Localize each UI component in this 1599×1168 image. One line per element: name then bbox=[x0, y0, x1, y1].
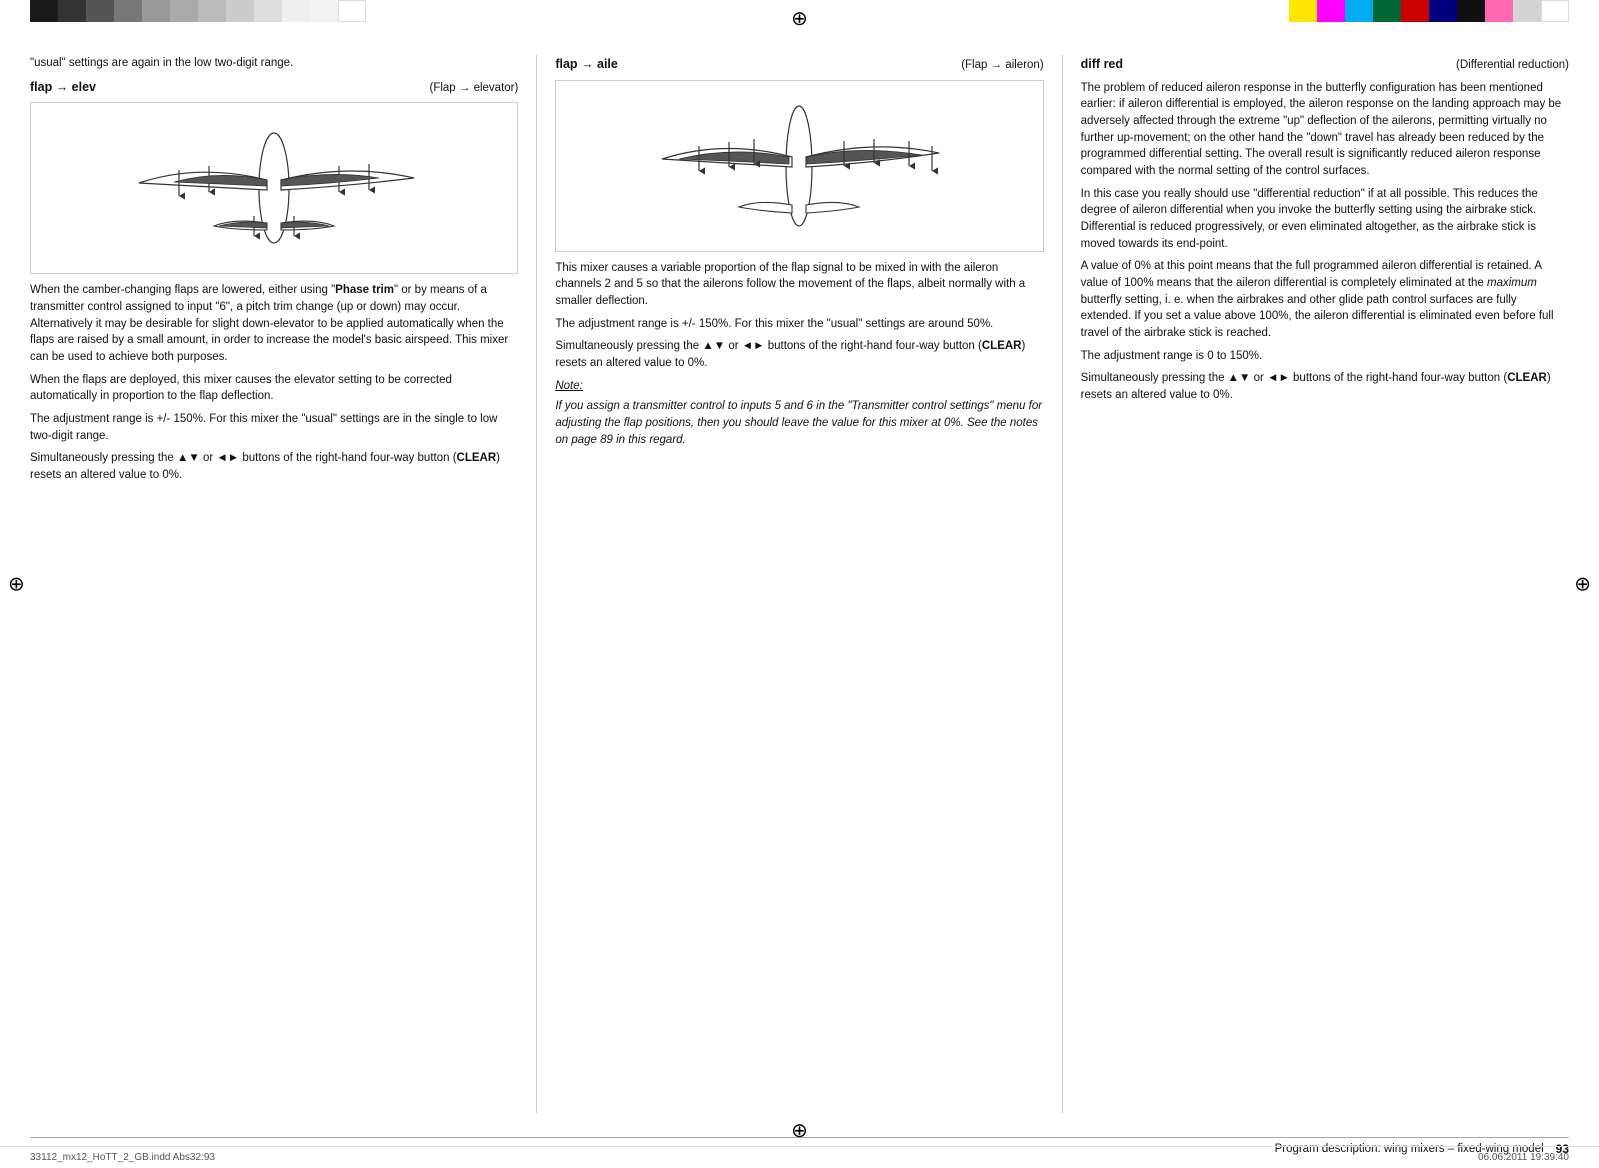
col1-subtitle: (Flap → elevator) bbox=[429, 80, 518, 97]
col1-clear: CLEAR bbox=[457, 452, 497, 464]
col3-clear: CLEAR bbox=[1507, 372, 1547, 384]
col1-section-header: flap → elev (Flap → elevator) bbox=[30, 78, 518, 97]
col2-note-text: If you assign a transmitter control to i… bbox=[555, 398, 1043, 448]
col3-section-header: diff red (Differential reduction) bbox=[1081, 55, 1569, 74]
col3-title: diff red bbox=[1081, 55, 1123, 73]
col3-body5: Simultaneously pressing the ▲▼ or ◄► but… bbox=[1081, 370, 1569, 403]
col2-or: or bbox=[728, 340, 738, 352]
col2-body2: The adjustment range is +/- 150%. For th… bbox=[555, 316, 1043, 333]
col2-body1: This mixer causes a variable proportion … bbox=[555, 260, 1043, 310]
column-2: flap → aile (Flap → aileron) bbox=[536, 55, 1061, 1113]
col3-body1: The problem of reduced aileron response … bbox=[1081, 80, 1569, 180]
left-crosshair: ⊕ bbox=[8, 572, 25, 597]
col1-body4: Simultaneously pressing the ▲▼ or ◄► but… bbox=[30, 450, 518, 483]
col1-intro: "usual" settings are again in the low tw… bbox=[30, 55, 518, 72]
col2-clear: CLEAR bbox=[982, 340, 1022, 352]
col3-body4: The adjustment range is 0 to 150%. bbox=[1081, 348, 1569, 365]
col1-aircraft-image bbox=[30, 102, 518, 274]
col2-note-menu: "Transmitter control settings" bbox=[847, 400, 993, 412]
col3-body2: In this case you really should use "diff… bbox=[1081, 186, 1569, 253]
col1-title: flap → elev bbox=[30, 78, 96, 96]
col2-section-header: flap → aile (Flap → aileron) bbox=[555, 55, 1043, 74]
right-crosshair: ⊕ bbox=[1574, 572, 1591, 597]
col1-or: or bbox=[203, 452, 213, 464]
top-crosshair: ⊕ bbox=[791, 6, 808, 31]
col3-or: or bbox=[1254, 372, 1264, 384]
col2-subtitle: (Flap → aileron) bbox=[961, 57, 1043, 74]
col2-title: flap → aile bbox=[555, 55, 618, 73]
bottom-bar-left: 33112_mx12_HoTT_2_GB.indd Abs32:93 bbox=[30, 1152, 215, 1163]
bottom-bar: 33112_mx12_HoTT_2_GB.indd Abs32:93 06.06… bbox=[0, 1146, 1599, 1168]
col1-body1: When the camber-changing flaps are lower… bbox=[30, 282, 518, 365]
col2-note-label: Note: bbox=[555, 378, 1043, 395]
column-3: diff red (Differential reduction) The pr… bbox=[1062, 55, 1569, 1113]
col1-body3: The adjustment range is +/- 150%. For th… bbox=[30, 411, 518, 444]
bottom-crosshair: ⊕ bbox=[791, 1118, 808, 1143]
col1-body2: When the flaps are deployed, this mixer … bbox=[30, 372, 518, 405]
col1-phase-trim: Phase trim bbox=[335, 284, 394, 296]
col3-body3: A value of 0% at this point means that t… bbox=[1081, 258, 1569, 341]
col2-aircraft-image bbox=[555, 80, 1043, 252]
col3-maximum: maximum bbox=[1487, 277, 1537, 289]
col3-subtitle: (Differential reduction) bbox=[1456, 57, 1569, 74]
bottom-bar-right: 06.06.2011 19:39:40 bbox=[1478, 1152, 1569, 1163]
column-1: "usual" settings are again in the low tw… bbox=[30, 55, 536, 1113]
col2-body3: Simultaneously pressing the ▲▼ or ◄► but… bbox=[555, 338, 1043, 371]
